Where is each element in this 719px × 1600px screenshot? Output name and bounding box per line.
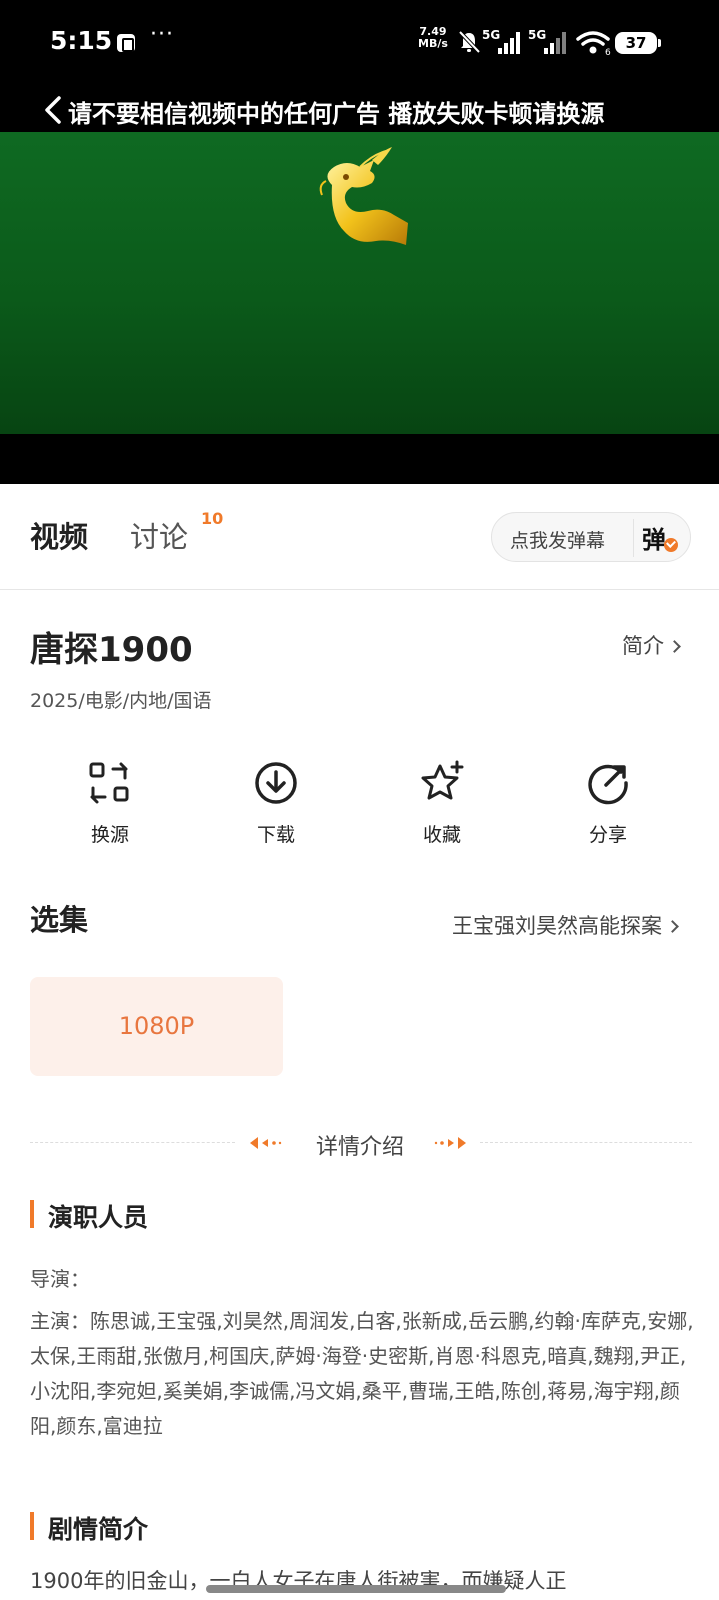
- golden-dragon-logo: [319, 147, 408, 245]
- danmu-toggle-button[interactable]: 弹: [642, 520, 684, 556]
- danmu-placeholder[interactable]: 点我发弹幕: [510, 526, 605, 553]
- divider-line-left: [30, 1142, 235, 1143]
- chevron-right-icon: [666, 920, 679, 933]
- tab-video[interactable]: 视频: [30, 514, 88, 556]
- download-button[interactable]: 下载: [236, 760, 316, 847]
- share-button[interactable]: 分享: [568, 760, 648, 847]
- signal-1-label: 5G: [482, 28, 501, 42]
- status-bar: 5:15 ··· 7.49 MB/s 5G 5G 6 37: [0, 0, 719, 90]
- divider-line-right: [480, 1142, 692, 1143]
- tab-discuss[interactable]: 讨论: [130, 514, 188, 556]
- danmu-divider: [633, 519, 634, 557]
- content-tabs: 视频 讨论 10 点我发弹幕 弹: [0, 484, 719, 590]
- arrows-right-icon: [434, 1137, 466, 1149]
- episode-item-1080p[interactable]: 1080P: [30, 977, 283, 1076]
- danmu-enabled-check-icon: [664, 538, 678, 552]
- favorite-button[interactable]: 收藏: [402, 760, 482, 847]
- episodes-subtitle-link[interactable]: 王宝强刘昊然高能探案: [452, 910, 679, 940]
- back-arrow-icon[interactable]: [42, 95, 64, 125]
- cellular-signal-1-icon: 5G: [482, 28, 520, 56]
- plot-heading: 剧情简介: [30, 1510, 148, 1546]
- download-icon: [255, 762, 297, 804]
- download-label: 下载: [256, 824, 295, 846]
- danmu-toggle-label: 弹: [642, 526, 666, 554]
- chevron-right-icon: [668, 640, 681, 653]
- player-header: 请不要相信视频中的任何广告 播放失败卡顿请换源: [0, 90, 719, 132]
- switch-source-icon: [89, 762, 129, 804]
- share-icon: [588, 764, 628, 805]
- battery-icon: 37: [615, 32, 661, 54]
- wifi-icon: 6: [576, 31, 611, 56]
- discuss-count-badge: 10: [201, 509, 224, 528]
- signal-2-label: 5G: [528, 28, 547, 42]
- more-notifications-icon: ···: [150, 22, 174, 47]
- director-line: 导演：: [30, 1267, 90, 1291]
- status-time: 5:15: [50, 26, 113, 55]
- cast-heading: 演职人员: [30, 1198, 148, 1234]
- movie-title: 唐探1900: [30, 630, 193, 670]
- player-notice-title: 请不要相信视频中的任何广告 播放失败卡顿请换源: [68, 100, 605, 128]
- home-indicator[interactable]: [206, 1585, 506, 1593]
- arrows-left-icon: [250, 1137, 282, 1149]
- network-speed-unit: MB/s: [418, 37, 448, 50]
- cellular-signal-2-icon: 5G: [528, 28, 566, 56]
- favorite-label: 收藏: [422, 824, 461, 846]
- notification-app-icon: [117, 34, 135, 52]
- danmu-input-box[interactable]: 点我发弹幕 弹: [491, 512, 691, 562]
- switch-source-label: 换源: [90, 824, 129, 846]
- movie-meta: 2025/电影/内地/国语: [30, 690, 212, 712]
- favorite-star-icon: [421, 760, 464, 800]
- status-icons: 5G 5G 6 37: [458, 28, 668, 58]
- episodes-subtitle-label: 王宝强刘昊然高能探案: [452, 914, 662, 938]
- intro-link[interactable]: 简介: [622, 630, 681, 660]
- cast-list: 主演：陈思诚,王宝强,刘昊然,周润发,白客,张新成,岳云鹏,约翰·库萨克,安娜,…: [30, 1309, 694, 1438]
- detail-divider-label: 详情介绍: [315, 1135, 404, 1160]
- share-label: 分享: [588, 824, 627, 846]
- detail-divider: 详情介绍: [30, 1125, 692, 1161]
- player-controls-bar: [0, 434, 719, 484]
- wifi-level: 6: [605, 48, 611, 56]
- intro-link-label: 简介: [622, 634, 664, 658]
- bell-muted-icon: [458, 30, 480, 54]
- switch-source-button[interactable]: 换源: [70, 760, 150, 847]
- episodes-title: 选集: [30, 903, 89, 937]
- network-speed: 7.49 MB/s: [418, 26, 448, 50]
